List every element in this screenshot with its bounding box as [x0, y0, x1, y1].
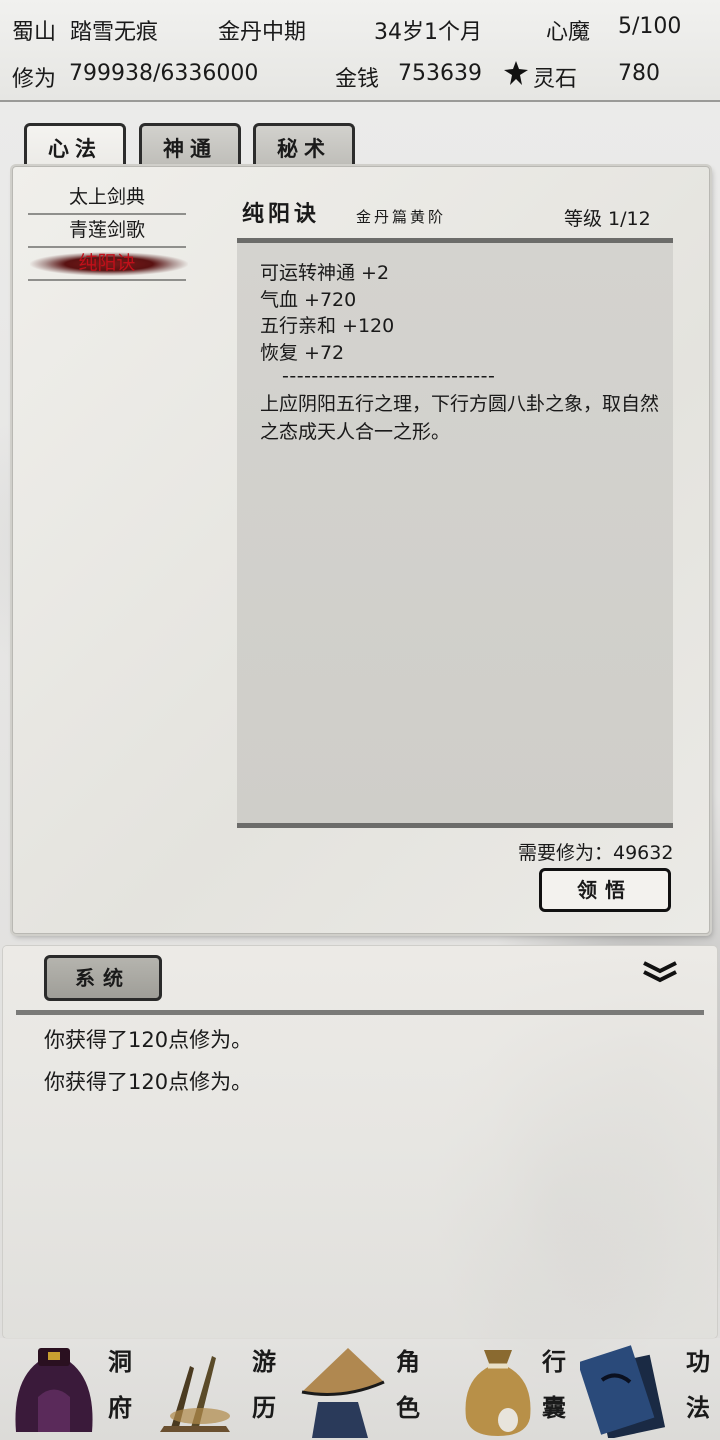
cave-icon [15, 1348, 93, 1432]
age: 34岁1个月 [374, 20, 482, 45]
technique-title: 纯阳诀 [242, 201, 321, 227]
nav-label-char: 角色 [396, 1347, 420, 1422]
stone-label: 灵石 [533, 67, 578, 92]
nav-label-char: 游历 [252, 1347, 276, 1422]
effect-line: 气血 +720 [260, 288, 357, 311]
required-cultivation: 需要修为：49632 [518, 842, 674, 864]
tab-shentong[interactable]: 神通 [139, 123, 241, 167]
effect-line: 五行亲和 +120 [260, 315, 395, 337]
nav-juese[interactable]: 角色 [296, 1338, 476, 1440]
tab-system-log[interactable]: 系统 [44, 955, 162, 1001]
nav-label-char: 洞府 [108, 1347, 132, 1422]
sidebar-item-chunyang[interactable]: 纯阳诀 [28, 247, 186, 281]
technique-level: 等级 1/12 [564, 208, 651, 230]
comprehend-button[interactable]: 领悟 [539, 868, 671, 912]
sidebar-item-qinglian[interactable]: 青莲剑歌 [28, 214, 186, 248]
effect-line: 可运转神通 +2 [260, 262, 390, 284]
demon-value: 5/100 [618, 14, 682, 39]
status-bar: 蜀山 踏雪无痕 金丹中期 34岁1个月 心魔 5/100 修为 799938/6… [0, 0, 720, 102]
log-message: 你获得了120点修为。 [44, 1070, 253, 1094]
bag-icon [465, 1350, 531, 1436]
tab-mishu[interactable]: 秘术 [253, 123, 355, 167]
collapse-chevron-icon[interactable] [642, 960, 678, 984]
books-icon [580, 1345, 666, 1438]
nav-label-char: 行囊 [542, 1347, 566, 1422]
sidebar-item-taishang[interactable]: 太上剑典 [28, 181, 186, 215]
log-divider [16, 1010, 704, 1015]
stone-value: 780 [618, 61, 660, 86]
money-label: 金钱 [335, 67, 380, 92]
nav-label-char: 功法 [686, 1347, 710, 1422]
effects-list: 可运转神通 +2 气血 +720 五行亲和 +120 恢复 +72 [260, 260, 394, 366]
log-message: 你获得了120点修为。 [44, 1028, 253, 1052]
travel-icon [160, 1356, 230, 1432]
technique-grade: 金丹篇黄阶 [356, 208, 447, 226]
cultivation-label: 修为 [12, 67, 57, 92]
effect-line: 恢复 +72 [260, 341, 345, 364]
character-icon [301, 1348, 385, 1438]
sect-name: 蜀山 [12, 20, 57, 45]
tab-xinfa[interactable]: 心法 [24, 123, 126, 171]
cultivation-value: 799938/6336000 [69, 61, 259, 86]
log-panel [3, 946, 717, 1338]
player-name: 踏雪无痕 [70, 20, 159, 45]
realm: 金丹中期 [218, 20, 307, 45]
technique-description: 上应阴阳五行之理，下行方圆八卦之象，取自然之态成天人合一之形。 [260, 393, 660, 443]
demon-label: 心魔 [546, 20, 591, 45]
spirit-stone-icon [504, 61, 528, 85]
money-value: 753639 [398, 61, 482, 86]
dashed-divider: ----------------------------- [282, 365, 496, 387]
nav-gongfa[interactable]: 功法 [580, 1338, 720, 1440]
